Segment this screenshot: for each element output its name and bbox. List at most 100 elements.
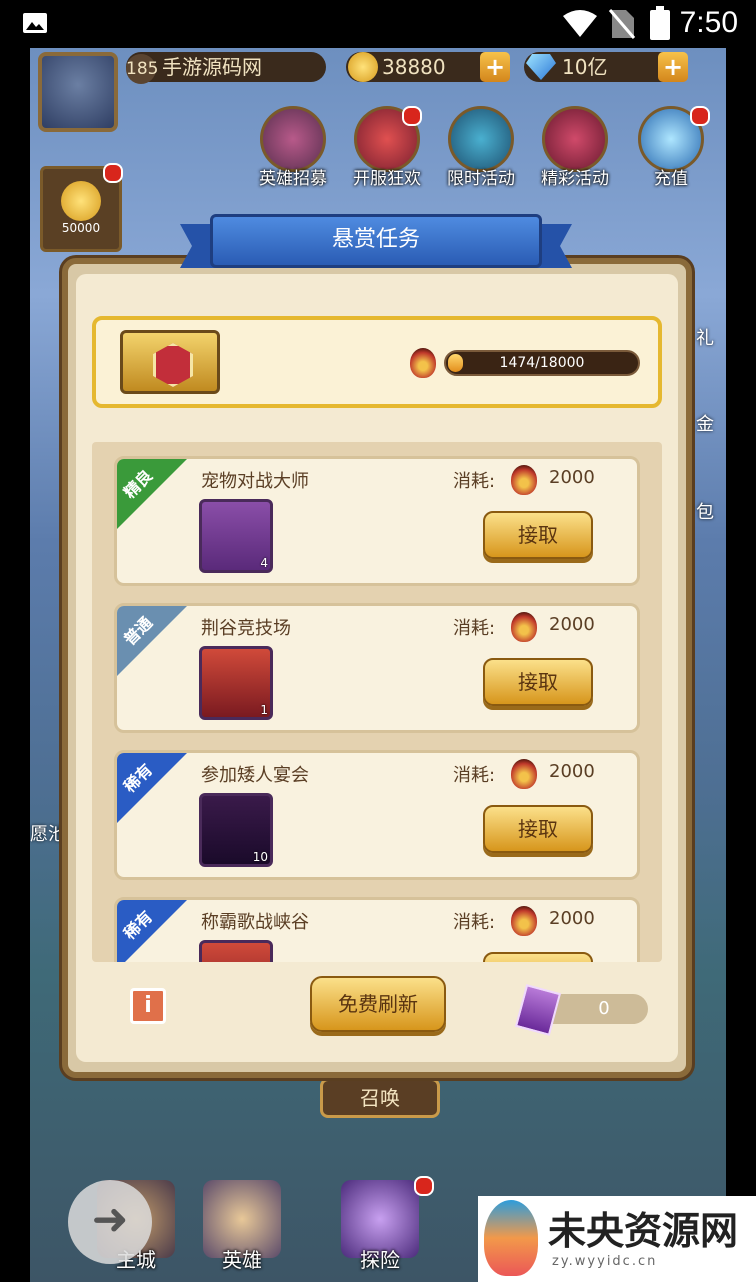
player-info: 185 手游源码网 — [126, 52, 326, 84]
progress-text: 1474/18000 — [499, 355, 585, 371]
task-card: 稀有 称霸歌战峡谷 消耗: 2000 接取 — [114, 897, 640, 962]
item-quantity: 4 — [260, 556, 268, 570]
cost-label: 消耗: — [453, 618, 496, 639]
task-card: 稀有 参加矮人宴会 消耗: 2000 10 接取 — [114, 750, 640, 880]
notification-dot — [414, 1176, 434, 1196]
fire-emblem-icon — [511, 906, 537, 936]
ruby-icon — [153, 343, 193, 387]
no-sim-icon — [608, 9, 636, 39]
add-coins-button[interactable]: + — [480, 52, 510, 82]
rarity-badge: 稀有 — [117, 900, 187, 962]
side-coin-reward[interactable]: 50000 — [40, 163, 123, 252]
notification-dot — [690, 106, 710, 126]
side-coin-value: 50000 — [61, 221, 101, 235]
task-name: 宠物对战大师 — [201, 471, 309, 492]
rarity-badge: 普通 — [117, 606, 187, 676]
menu-label: 开服狂欢 — [353, 169, 421, 189]
flame-logo-icon — [484, 1200, 538, 1276]
task-name: 参加矮人宴会 — [201, 765, 309, 786]
cost-label: 消耗: — [453, 765, 496, 786]
menu-limited-event[interactable]: 限时活动 — [444, 106, 518, 189]
accept-task-button[interactable]: 接取 — [483, 805, 593, 853]
info-icon[interactable]: i — [130, 988, 166, 1024]
player-avatar[interactable] — [38, 52, 118, 132]
gem-amount: 10亿 — [562, 55, 608, 79]
side-label[interactable]: 礼 — [696, 324, 714, 350]
status-bar: 7:50 — [0, 0, 756, 48]
game-screen: 185 手游源码网 38880 + 10亿 + 英雄招募 开服狂欢 限时活动 精彩… — [30, 48, 726, 1282]
reward-chest-icon[interactable] — [120, 330, 220, 394]
wifi-icon — [563, 10, 597, 37]
clock: 7:50 — [679, 6, 738, 39]
rarity-badge: 精良 — [117, 459, 187, 529]
menu-label: 充值 — [654, 169, 688, 189]
menu-server-carnival[interactable]: 开服狂欢 — [350, 106, 424, 189]
rarity-badge: 稀有 — [117, 753, 187, 823]
image-icon — [23, 13, 47, 33]
accept-task-button[interactable]: 接取 — [483, 511, 593, 559]
item-quantity: 10 — [252, 850, 268, 864]
hero-shard-icon[interactable]: 10 — [199, 793, 273, 867]
menu-label: 限时活动 — [447, 169, 515, 189]
accept-task-button[interactable]: 接取 — [483, 952, 593, 962]
rarity-label: 稀有 — [120, 907, 157, 944]
task-name: 称霸歌战峡谷 — [201, 912, 309, 933]
watermark: 未央资源网 zy.wyyidc.cn — [478, 1196, 756, 1282]
task-cost: 2000 — [549, 614, 595, 635]
add-gems-button[interactable]: + — [658, 52, 688, 82]
side-label[interactable]: 愿池 — [30, 820, 66, 846]
card-item-icon[interactable]: 1 — [199, 646, 273, 720]
task-cost: 2000 — [549, 467, 595, 488]
player-name: 手游源码网 — [162, 55, 262, 79]
rarity-label: 普通 — [120, 613, 157, 650]
item-quantity: 1 — [260, 703, 268, 717]
battery-icon — [650, 6, 670, 40]
ticket-count: 0 — [598, 998, 610, 1019]
hero-recruit-icon — [260, 106, 326, 172]
scroll-item-icon[interactable]: 4 — [199, 499, 273, 573]
task-cost: 2000 — [549, 908, 595, 929]
nav-heroes[interactable]: 英雄 — [192, 1180, 292, 1280]
menu-label: 精彩活动 — [541, 169, 609, 189]
rarity-label: 稀有 — [120, 760, 157, 797]
menu-hero-recruit[interactable]: 英雄招募 — [256, 106, 330, 189]
side-label[interactable]: 金 — [696, 410, 714, 436]
task-cost: 2000 — [549, 761, 595, 782]
watermark-site: zy.wyyidc.cn — [552, 1254, 658, 1269]
summon-button[interactable]: 召唤 — [320, 1078, 440, 1118]
cost-label: 消耗: — [453, 912, 496, 933]
menu-recharge[interactable]: 充值 — [634, 106, 710, 189]
task-name: 荆谷竞技场 — [201, 618, 291, 639]
notification-dot — [103, 163, 123, 183]
nav-label: 英雄 — [222, 1248, 262, 1272]
bounty-progress-bar: 1474/18000 — [444, 350, 640, 376]
side-label[interactable]: 包 — [696, 498, 714, 524]
fire-emblem-icon — [511, 759, 537, 789]
fire-emblem-icon — [511, 465, 537, 495]
bounty-progress-card: 1474/18000 — [92, 316, 662, 408]
nav-explore[interactable]: 探险 — [330, 1176, 434, 1280]
task-card: 精良 宠物对战大师 消耗: 2000 4 接取 — [114, 456, 640, 586]
gold-coin-icon — [61, 181, 101, 221]
arrow-right-icon[interactable]: ➜ — [68, 1180, 152, 1264]
menu-featured-event[interactable]: 精彩活动 — [538, 106, 612, 189]
rarity-label: 精良 — [120, 466, 157, 503]
fire-emblem-icon — [410, 348, 436, 378]
watermark-brand: 未央资源网 — [548, 1208, 739, 1253]
task-list[interactable]: 精良 宠物对战大师 消耗: 2000 4 接取 普通 荆谷竞技场 消耗: 200… — [92, 442, 662, 962]
accept-task-button[interactable]: 接取 — [483, 658, 593, 706]
menu-label: 英雄招募 — [259, 169, 327, 189]
dialog-title: 悬赏任务 — [331, 227, 420, 252]
free-refresh-button[interactable]: 免费刷新 — [310, 976, 446, 1032]
card-item-icon[interactable] — [199, 940, 273, 962]
refresh-ticket-counter: 0 — [514, 984, 648, 1036]
notification-dot — [402, 106, 422, 126]
diamond-icon — [526, 54, 556, 80]
cost-label: 消耗: — [453, 471, 496, 492]
task-card: 普通 荆谷竞技场 消耗: 2000 1 接取 — [114, 603, 640, 733]
fire-emblem-icon — [511, 612, 537, 642]
coin-amount: 38880 — [382, 55, 446, 79]
coin-icon — [348, 52, 378, 82]
drum-icon — [542, 106, 608, 172]
dialog-title-ribbon: 悬赏任务 — [180, 214, 572, 274]
